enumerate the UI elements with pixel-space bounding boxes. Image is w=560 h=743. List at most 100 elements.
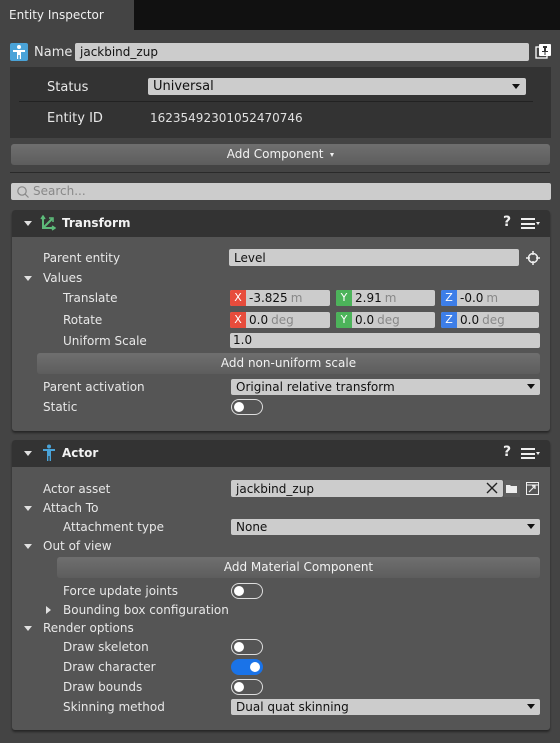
y-axis-tag: Y	[336, 290, 352, 306]
draw-skeleton-label: Draw skeleton	[63, 640, 149, 654]
rotate-x-value: 0.0	[249, 313, 269, 327]
static-toggle[interactable]	[231, 399, 263, 415]
actor-header[interactable]: Actor ?	[12, 440, 550, 467]
unit-label: m	[486, 291, 499, 305]
rotate-y-input[interactable]: Y 0.0 deg	[336, 312, 435, 328]
chevron-down-icon	[536, 222, 540, 225]
search-icon	[17, 186, 29, 198]
transform-component: Transform ? Parent entity Level Values T…	[12, 210, 550, 431]
force-update-joints-toggle[interactable]	[231, 583, 263, 599]
skinning-method-dropdown[interactable]: Dual quat skinning	[231, 699, 540, 715]
menu-icon[interactable]	[521, 448, 535, 459]
translate-x-input[interactable]: X -3.825 m	[230, 290, 330, 306]
toggle-knob	[250, 662, 260, 672]
actor-title: Actor	[62, 446, 99, 460]
actor-asset-label: Actor asset	[43, 482, 111, 496]
z-axis-tag: Z	[441, 290, 457, 306]
collapse-icon[interactable]	[24, 451, 32, 456]
rotate-y-value: 0.0	[355, 313, 375, 327]
add-nonuniform-scale-button[interactable]: Add non-uniform scale	[37, 353, 540, 374]
transform-title: Transform	[62, 216, 131, 230]
chevron-down-icon	[527, 704, 535, 709]
static-label: Static	[43, 400, 78, 414]
actor-asset-input[interactable]: jackbind_zup	[231, 480, 503, 497]
skinning-method-value: Dual quat skinning	[236, 700, 349, 714]
actor-asset-value: jackbind_zup	[236, 482, 314, 496]
search-placeholder: Search...	[33, 184, 86, 198]
status-value: Universal	[153, 79, 214, 94]
unit-label: m	[290, 291, 303, 305]
entity-id-value: 16235492301052470746	[150, 111, 303, 125]
entity-info-panel: Status Universal Entity ID 1623549230105…	[10, 67, 551, 138]
add-component-button[interactable]: Add Component	[11, 144, 550, 165]
divider	[19, 101, 533, 102]
draw-character-toggle[interactable]	[231, 659, 263, 675]
toggle-knob	[234, 402, 244, 412]
help-icon[interactable]: ?	[503, 444, 511, 460]
actor-person-icon	[43, 444, 55, 461]
help-icon[interactable]: ?	[503, 214, 511, 230]
folder-icon	[506, 485, 517, 493]
chevron-down-icon	[527, 524, 535, 529]
actor-component: Actor ? Actor asset jackbind_zup Attach …	[12, 440, 550, 730]
skinning-method-label: Skinning method	[63, 700, 165, 714]
draw-bounds-label: Draw bounds	[63, 680, 143, 694]
open-external-icon[interactable]	[526, 482, 539, 495]
browse-folder-button[interactable]	[504, 480, 520, 497]
translate-y-input[interactable]: Y 2.91 m	[336, 290, 435, 306]
render-options-label: Render options	[43, 621, 134, 635]
uniform-scale-input[interactable]: 1.0	[230, 333, 540, 348]
toggle-knob	[234, 642, 244, 652]
name-input[interactable]: jackbind_zup	[75, 43, 529, 61]
rotate-z-input[interactable]: Z 0.0 deg	[441, 312, 539, 328]
values-expand-icon[interactable]	[24, 276, 32, 281]
entity-id-label: Entity ID	[47, 111, 103, 126]
unit-label: deg	[377, 313, 400, 327]
z-axis-tag: Z	[441, 312, 457, 328]
status-dropdown[interactable]: Universal	[148, 78, 526, 95]
pin-icon[interactable]	[535, 43, 552, 60]
menu-icon[interactable]	[521, 218, 535, 229]
x-axis-tag: X	[230, 290, 246, 306]
parent-entity-label: Parent entity	[43, 251, 121, 265]
attachment-type-value: None	[236, 520, 268, 534]
search-input[interactable]: Search...	[11, 183, 551, 200]
parent-activation-value: Original relative transform	[236, 380, 395, 394]
draw-bounds-toggle[interactable]	[231, 679, 263, 695]
bounding-box-expand-icon[interactable]	[46, 606, 51, 614]
chevron-down-icon	[527, 384, 535, 389]
force-update-joints-label: Force update joints	[63, 584, 178, 598]
add-component-label: Add Component	[226, 147, 324, 161]
translate-z-input[interactable]: Z -0.0 m	[441, 290, 539, 306]
unit-label: deg	[482, 313, 505, 327]
uniform-scale-label: Uniform Scale	[63, 334, 147, 348]
chevron-down-icon	[512, 84, 520, 89]
status-label: Status	[47, 80, 89, 95]
render-options-expand-icon[interactable]	[24, 626, 32, 631]
tab-entity-inspector[interactable]: Entity Inspector	[0, 0, 134, 30]
transform-header[interactable]: Transform ?	[12, 210, 550, 237]
name-label: Name	[34, 45, 73, 60]
target-picker-icon[interactable]	[526, 251, 540, 265]
add-material-component-button[interactable]: Add Material Component	[57, 557, 540, 578]
draw-skeleton-toggle[interactable]	[231, 639, 263, 655]
values-label: Values	[43, 271, 83, 285]
attachment-type-dropdown[interactable]: None	[231, 519, 540, 535]
collapse-icon[interactable]	[24, 221, 32, 226]
attach-to-label: Attach To	[43, 501, 99, 515]
divider	[10, 172, 550, 173]
parent-activation-label: Parent activation	[43, 380, 145, 394]
attach-to-expand-icon[interactable]	[24, 506, 32, 511]
toggle-knob	[234, 682, 244, 692]
title-bar: Entity Inspector	[0, 0, 560, 30]
rotate-x-input[interactable]: X 0.0 deg	[230, 312, 330, 328]
entity-person-icon	[10, 43, 28, 61]
out-of-view-expand-icon[interactable]	[24, 544, 32, 549]
draw-character-label: Draw character	[63, 660, 156, 674]
bounding-box-label: Bounding box configuration	[63, 603, 229, 617]
translate-label: Translate	[63, 291, 118, 305]
parent-activation-dropdown[interactable]: Original relative transform	[231, 379, 540, 395]
clear-icon[interactable]	[486, 482, 498, 494]
parent-entity-input[interactable]: Level	[229, 249, 519, 266]
translate-y-value: 2.91	[355, 291, 382, 305]
